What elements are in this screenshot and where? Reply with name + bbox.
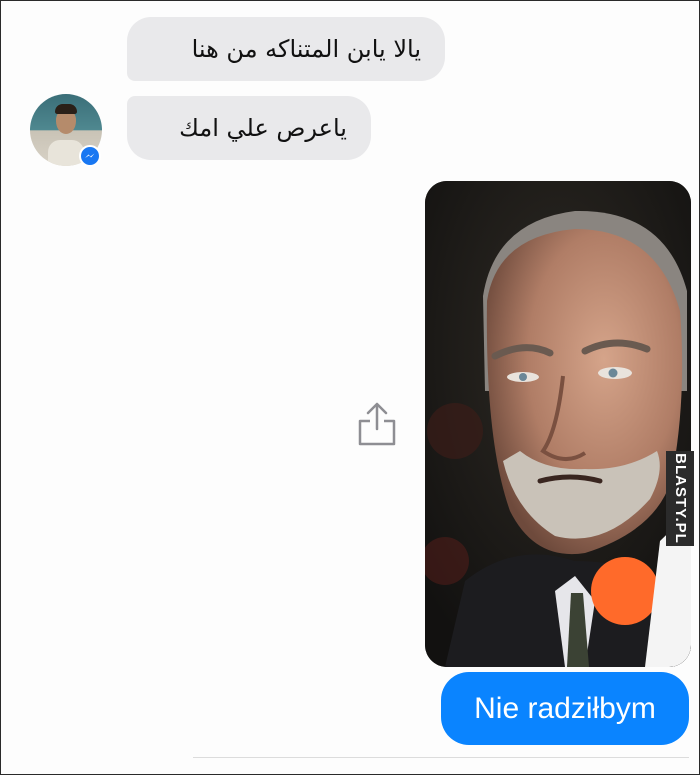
- avatar-hair: [55, 104, 77, 114]
- watermark: BLASTY.PL: [666, 451, 694, 546]
- incoming-message-bubble[interactable]: ياعرص علي امك: [127, 96, 371, 160]
- messenger-icon: [79, 145, 101, 167]
- divider: [193, 757, 689, 758]
- watermark-text: BLASTY.PL: [671, 453, 689, 544]
- shared-photo[interactable]: [425, 181, 691, 667]
- incoming-message-bubble[interactable]: يالا يابن المتناكه من هنا: [127, 17, 445, 81]
- message-text: يالا يابن المتناكه من هنا: [191, 35, 421, 63]
- man-portrait-image: [425, 181, 691, 667]
- outgoing-message-bubble[interactable]: Nie radziłbym: [441, 672, 689, 745]
- share-button[interactable]: [355, 399, 399, 449]
- share-icon: [358, 402, 396, 446]
- chat-screen: يالا يابن المتناكه من هنا ياعرص علي امك: [0, 0, 700, 775]
- message-text: Nie radziłbym: [474, 691, 656, 725]
- message-text: ياعرص علي امك: [179, 114, 347, 142]
